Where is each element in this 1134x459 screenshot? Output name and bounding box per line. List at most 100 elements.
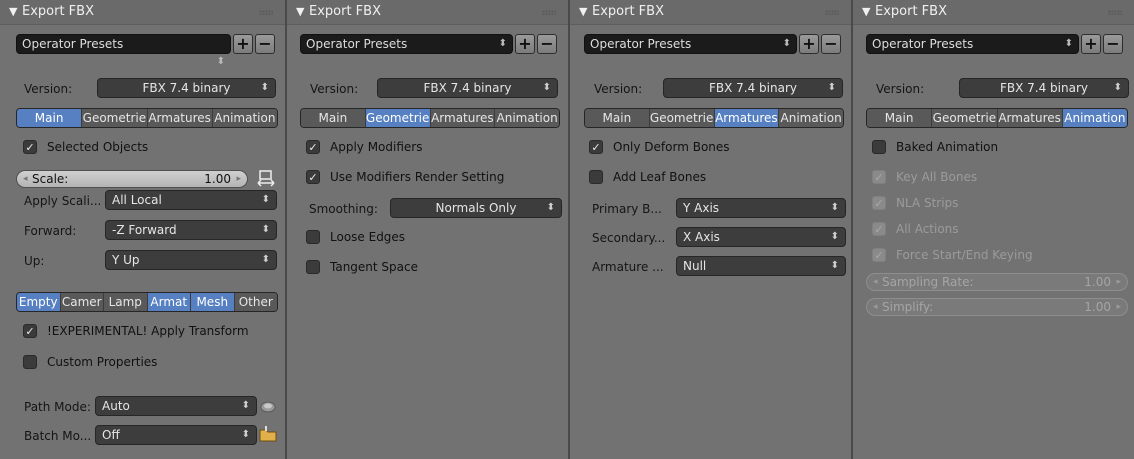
loose-edges-checkbox[interactable] <box>306 230 320 244</box>
add-leaf-bones-label: Add Leaf Bones <box>613 170 707 184</box>
toggle-other[interactable]: Other <box>234 293 277 311</box>
scale-slider[interactable]: ◂ Scale: 1.00 ▸ <box>16 170 248 188</box>
operator-presets-dropdown[interactable]: Operator Presets ⬍ <box>584 34 797 54</box>
all-actions-checkbox[interactable]: ✓ <box>872 222 886 236</box>
right-arrow-icon[interactable]: ▸ <box>1116 274 1121 290</box>
path-mode-dropdown[interactable]: Auto ⬍ <box>95 396 257 416</box>
tab-armatures[interactable]: Armatures <box>430 109 496 127</box>
smoothing-dropdown[interactable]: Normals Only ⬍ <box>390 198 562 218</box>
add-preset-button[interactable]: + <box>515 34 535 54</box>
add-leaf-bones-checkbox[interactable] <box>589 170 603 184</box>
minus-icon: − <box>540 34 554 53</box>
operator-presets-dropdown[interactable]: Operator Presets ⬍ <box>300 34 513 54</box>
operator-presets-dropdown[interactable]: Operator Presets ⬍ <box>866 34 1079 54</box>
drag-grip-icon[interactable] <box>542 10 556 15</box>
toggle-lamp[interactable]: Lamp <box>104 293 148 311</box>
custom-properties-checkbox[interactable] <box>23 355 37 369</box>
tab-main[interactable]: Main <box>585 109 650 127</box>
selected-objects-checkbox[interactable]: ✓ <box>23 140 37 154</box>
left-arrow-icon[interactable]: ◂ <box>23 171 28 187</box>
secondary-bone-value: X Axis <box>683 230 720 244</box>
experimental-checkbox[interactable]: ✓ <box>23 324 37 338</box>
sampling-rate-value: 1.00 <box>1084 275 1111 289</box>
tab-geometrie[interactable]: Geometrie <box>365 109 431 127</box>
left-arrow-icon[interactable]: ◂ <box>873 299 878 315</box>
add-preset-button[interactable]: + <box>233 34 253 54</box>
tangent-space-checkbox[interactable] <box>306 260 320 274</box>
version-label: Version: <box>310 82 359 96</box>
up-dropdown[interactable]: Y Up ⬍ <box>105 250 277 270</box>
add-preset-button[interactable]: + <box>1081 34 1101 54</box>
remove-preset-button[interactable]: − <box>537 34 557 54</box>
tab-armatures[interactable]: Armatures <box>997 109 1063 127</box>
embed-textures-icon[interactable] <box>258 396 278 416</box>
triangle-down-icon[interactable]: ▼ <box>579 5 587 18</box>
tab-main[interactable]: Main <box>867 109 933 127</box>
tab-geometrie[interactable]: Geometrie <box>649 109 715 127</box>
baked-animation-checkbox[interactable] <box>872 140 886 154</box>
panel-header[interactable]: ▼ Export FBX <box>287 0 568 25</box>
tab-armatures[interactable]: Armatures <box>714 109 780 127</box>
add-preset-button[interactable]: + <box>799 34 819 54</box>
panel-title: Export FBX <box>592 4 664 19</box>
operator-presets-dropdown[interactable]: Operator Presets ▲ <box>16 34 231 54</box>
folder-icon[interactable] <box>258 424 278 444</box>
version-dropdown[interactable]: FBX 7.4 binary ⬍ <box>663 78 843 98</box>
checkmark-icon: ✓ <box>25 325 35 338</box>
key-all-bones-checkbox[interactable]: ✓ <box>872 170 886 184</box>
tab-geometrie[interactable]: Geometrie <box>82 109 148 127</box>
checkmark-icon: ✓ <box>591 141 601 154</box>
simplify-value: 1.00 <box>1084 300 1111 314</box>
simplify-slider[interactable]: ◂ Simplify: 1.00 ▸ <box>866 298 1128 316</box>
use-modifiers-render-checkbox[interactable]: ✓ <box>306 170 320 184</box>
version-value: FBX 7.4 binary <box>708 81 797 95</box>
nla-strips-checkbox[interactable]: ✓ <box>872 196 886 210</box>
left-arrow-icon[interactable]: ◂ <box>873 274 878 290</box>
right-arrow-icon[interactable]: ▸ <box>1116 299 1121 315</box>
triangle-down-icon[interactable]: ▼ <box>296 5 304 18</box>
panel-header[interactable]: ▼ Export FBX <box>570 0 851 25</box>
tab-armatures[interactable]: Armatures <box>147 109 213 127</box>
tab-main[interactable]: Main <box>301 109 366 127</box>
checkmark-icon: ✓ <box>874 249 884 262</box>
forward-dropdown[interactable]: -Z Forward ⬍ <box>105 220 277 240</box>
armature-node-dropdown[interactable]: Null ⬍ <box>676 256 846 276</box>
version-dropdown-p1[interactable]: FBX 7.4 binary ⬍ <box>97 78 276 98</box>
export-fbx-panel-geometrie: ▼ Export FBX Operator Presets ⬍ + − Vers… <box>287 0 570 459</box>
right-arrow-icon[interactable]: ▸ <box>236 171 241 187</box>
tab-main[interactable]: Main <box>17 109 83 127</box>
panel-header[interactable]: ▼ Export FBX <box>853 0 1134 25</box>
scale-units-icon[interactable] <box>256 169 276 189</box>
force-keying-checkbox[interactable]: ✓ <box>872 248 886 262</box>
version-dropdown[interactable]: FBX 7.4 binary ⬍ <box>959 78 1129 98</box>
version-dropdown[interactable]: FBX 7.4 binary ⬍ <box>377 78 558 98</box>
secondary-bone-dropdown[interactable]: X Axis ⬍ <box>676 227 846 247</box>
batch-mode-label: Batch Mo... <box>24 429 92 443</box>
tab-animation[interactable]: Animation <box>212 109 277 127</box>
remove-preset-button[interactable]: − <box>821 34 841 54</box>
apply-scaling-dropdown[interactable]: All Local ⬍ <box>105 190 277 210</box>
remove-preset-button[interactable]: − <box>1103 34 1123 54</box>
sampling-rate-slider[interactable]: ◂ Sampling Rate: 1.00 ▸ <box>866 273 1128 291</box>
panel-header[interactable]: ▼ Export FBX <box>0 0 285 25</box>
tab-geometrie[interactable]: Geometrie <box>932 109 998 127</box>
drag-grip-icon[interactable] <box>1108 10 1122 15</box>
triangle-down-icon[interactable]: ▼ <box>9 5 17 18</box>
apply-modifiers-checkbox[interactable]: ✓ <box>306 140 320 154</box>
toggle-camera[interactable]: Camer <box>60 293 104 311</box>
toggle-mesh[interactable]: Mesh <box>191 293 235 311</box>
primary-bone-dropdown[interactable]: Y Axis ⬍ <box>676 198 846 218</box>
tab-animation[interactable]: Animation <box>779 109 843 127</box>
drag-grip-icon[interactable] <box>259 10 273 15</box>
path-mode-label: Path Mode: <box>24 400 91 414</box>
toggle-empty[interactable]: Empty <box>17 293 61 311</box>
tab-animation[interactable]: Animation <box>495 109 559 127</box>
triangle-down-icon[interactable]: ▼ <box>862 5 870 18</box>
batch-mode-dropdown[interactable]: Off ⬍ <box>95 425 257 445</box>
drag-grip-icon[interactable] <box>825 10 839 15</box>
only-deform-bones-checkbox[interactable]: ✓ <box>589 140 603 154</box>
remove-preset-button[interactable]: − <box>255 34 275 54</box>
toggle-armature[interactable]: Armat <box>147 293 191 311</box>
tab-animation[interactable]: Animation <box>1062 109 1127 127</box>
version-label: Version: <box>594 82 643 96</box>
